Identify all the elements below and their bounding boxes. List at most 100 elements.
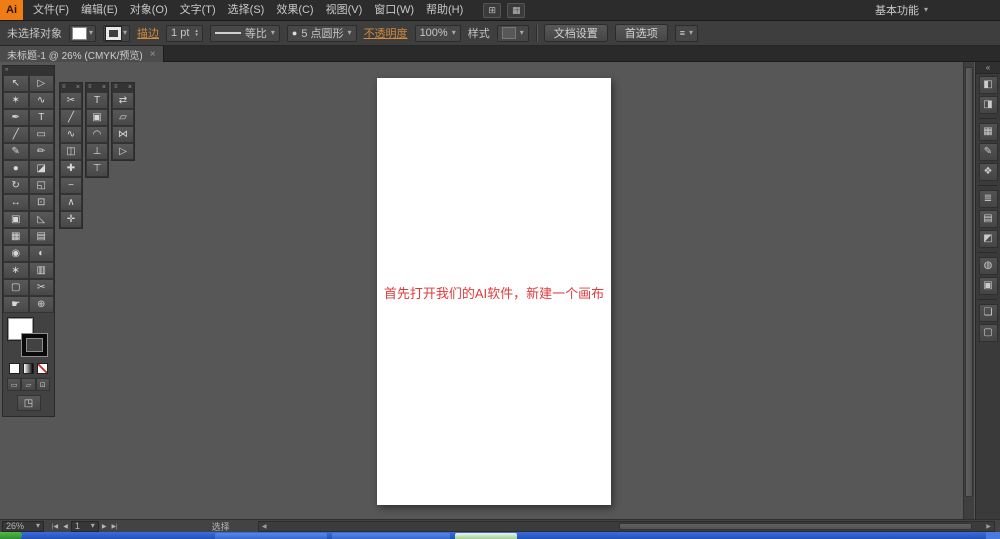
zoom-level-combo[interactable]: 26% ▾: [2, 520, 44, 532]
appearance-panel-icon[interactable]: ◍: [978, 257, 998, 275]
document-tab[interactable]: 未标题-1 @ 26% (CMYK/预览) ×: [0, 46, 164, 62]
blob-brush-tool[interactable]: ●: [3, 160, 29, 177]
bridge-icon[interactable]: ⊞: [483, 2, 502, 18]
column-graph-tool[interactable]: ▥: [28, 262, 54, 279]
gradient-tool[interactable]: ▤: [28, 228, 54, 245]
next-artboard-button[interactable]: ▶: [100, 523, 109, 530]
pen-tool[interactable]: ✒: [3, 109, 29, 126]
workspace-switcher[interactable]: 基本功能 ▾: [875, 0, 928, 20]
arrange-documents-icon[interactable]: ▦: [507, 2, 526, 18]
group-selection-tool[interactable]: ▷: [112, 143, 134, 160]
taskbar-active-window-button[interactable]: [455, 533, 517, 539]
reflect-tool[interactable]: ⇄: [112, 92, 134, 109]
free-transform-tool[interactable]: ⊡: [28, 194, 54, 211]
add-anchor-point-tool[interactable]: ✚: [60, 160, 82, 177]
none-button[interactable]: [37, 363, 48, 374]
magic-wand-tool[interactable]: ✶: [3, 92, 29, 109]
screen-mode-button[interactable]: ◳: [16, 395, 41, 411]
brush-definition-combo[interactable]: ● 5 点圆形 ▾: [286, 24, 357, 42]
stroke-panel-link[interactable]: 描边: [137, 25, 159, 41]
artboard-tool[interactable]: ▢: [3, 279, 29, 296]
first-artboard-button[interactable]: |◀: [50, 523, 60, 530]
scroll-left-button[interactable]: ◀: [259, 522, 270, 531]
fill-color-combo[interactable]: ▾: [69, 24, 97, 42]
hand-tool[interactable]: ☛: [3, 296, 29, 313]
expand-panels-icon[interactable]: «: [986, 63, 990, 72]
menu-item[interactable]: 文件(F): [27, 0, 75, 21]
palette-header[interactable]: ≡ ×: [112, 83, 134, 92]
menu-item[interactable]: 编辑(E): [75, 0, 124, 21]
scale-tool[interactable]: ◱: [28, 177, 54, 194]
menu-item[interactable]: 窗口(W): [368, 0, 420, 21]
symbol-sprayer-tool[interactable]: ∗: [3, 262, 29, 279]
horizontal-scrollbar-thumb[interactable]: [618, 522, 972, 530]
vertical-scrollbar[interactable]: [963, 62, 974, 519]
menu-item[interactable]: 视图(V): [320, 0, 369, 21]
stepper-down-icon[interactable]: ▾: [195, 33, 198, 38]
line-segment-tool[interactable]: ╱: [3, 126, 29, 143]
width-tool[interactable]: ↔: [3, 194, 29, 211]
swatches-panel-icon[interactable]: ▦: [978, 123, 998, 141]
taskbar-window-button[interactable]: [215, 533, 327, 539]
taskbar-window-button[interactable]: [332, 533, 450, 539]
reshape-tool[interactable]: ⋈: [112, 126, 134, 143]
menu-item[interactable]: 文字(T): [174, 0, 222, 21]
close-icon[interactable]: ×: [76, 83, 80, 92]
color-panel-icon[interactable]: ◧: [978, 76, 998, 94]
stroke-swatch[interactable]: [22, 334, 47, 356]
brushes-panel-icon[interactable]: ✎: [978, 143, 998, 161]
scissors-tool[interactable]: ✂: [60, 92, 82, 109]
menu-item[interactable]: 帮助(H): [420, 0, 469, 21]
graphic-styles-panel-icon[interactable]: ▣: [978, 277, 998, 295]
convert-anchor-point-tool[interactable]: ∧: [60, 194, 82, 211]
menu-item[interactable]: 选择(S): [222, 0, 271, 21]
horizontal-scrollbar[interactable]: ◀ ▶: [257, 520, 995, 532]
vertical-type-tool[interactable]: ⊥: [86, 143, 108, 160]
opacity-panel-link[interactable]: 不透明度: [364, 25, 408, 41]
stroke-weight-combo[interactable]: 1 pt ▴ ▾: [166, 24, 203, 42]
draw-inside-mode-button[interactable]: ⊡: [35, 378, 50, 391]
vertical-area-type-tool[interactable]: ⊤: [86, 160, 108, 177]
style-combo[interactable]: ▾: [496, 24, 529, 42]
palette-header[interactable]: ≡ ×: [60, 83, 82, 92]
path-eraser-tool[interactable]: ◫: [60, 143, 82, 160]
color-guide-panel-icon[interactable]: ◨: [978, 96, 998, 114]
opacity-combo[interactable]: 100% ▾: [414, 24, 461, 42]
artboard-number-field[interactable]: 1 ▾: [70, 520, 99, 532]
artboards-panel-icon[interactable]: ▢: [978, 324, 998, 342]
palette-header[interactable]: ≡ ×: [86, 83, 108, 92]
prev-artboard-button[interactable]: ◀: [61, 523, 70, 530]
dock-header[interactable]: «: [976, 62, 1000, 74]
lasso-tool[interactable]: ∿: [28, 92, 54, 109]
preferences-button[interactable]: 首选项: [614, 24, 668, 42]
eraser-tool[interactable]: ◪: [28, 160, 54, 177]
paintbrush-tool[interactable]: ✎: [3, 143, 29, 160]
start-button[interactable]: [0, 532, 22, 539]
selection-tool[interactable]: ↖: [3, 75, 29, 92]
transparency-panel-icon[interactable]: ◩: [978, 230, 998, 248]
gradient-panel-icon[interactable]: ▤: [978, 210, 998, 228]
tools-panel-header[interactable]: «: [3, 66, 54, 75]
type-tool[interactable]: T: [86, 92, 108, 109]
zoom-tool[interactable]: ⊕: [28, 296, 54, 313]
rectangle-tool[interactable]: ▭: [28, 126, 54, 143]
delete-anchor-point-tool[interactable]: −: [60, 177, 82, 194]
shear-tool[interactable]: ▱: [112, 109, 134, 126]
layers-panel-icon[interactable]: ❏: [978, 304, 998, 322]
vertical-scrollbar-thumb[interactable]: [965, 67, 973, 497]
draw-behind-mode-button[interactable]: ▱: [21, 378, 36, 391]
close-icon[interactable]: ×: [128, 83, 132, 92]
scroll-right-button[interactable]: ▶: [983, 522, 994, 531]
blend-tool[interactable]: ◐: [28, 245, 54, 262]
menu-item[interactable]: 对象(O): [124, 0, 174, 21]
close-icon[interactable]: ×: [102, 83, 106, 92]
area-type-tool[interactable]: ▣: [86, 109, 108, 126]
slice-tool[interactable]: ✂: [28, 279, 54, 296]
measure-tool[interactable]: ✛: [60, 211, 82, 228]
collapse-panel-icon[interactable]: «: [5, 66, 8, 75]
type-tool[interactable]: T: [28, 109, 54, 126]
close-icon[interactable]: ×: [150, 49, 156, 60]
shape-builder-tool[interactable]: ▣: [3, 211, 29, 228]
eyedropper-tool[interactable]: ◉: [3, 245, 29, 262]
symbols-panel-icon[interactable]: ❖: [978, 163, 998, 181]
